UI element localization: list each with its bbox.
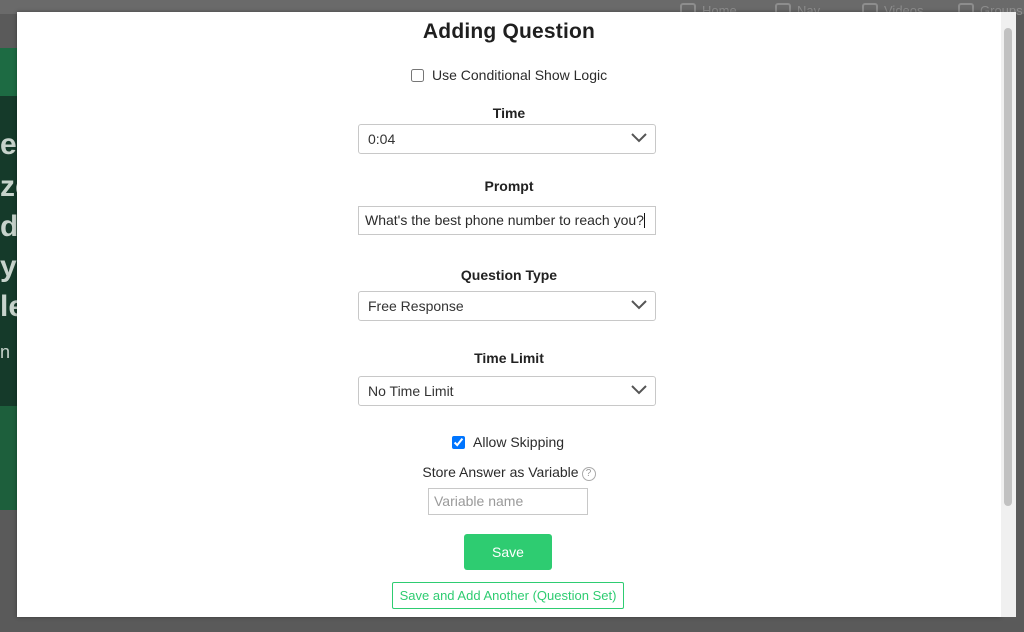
time-limit-label: Time Limit [474, 350, 544, 366]
question-circle-icon[interactable]: ? [581, 467, 596, 481]
prompt-label: Prompt [484, 178, 534, 194]
prompt-input-value: What's the best phone number to reach yo… [365, 212, 644, 228]
background-band [0, 406, 17, 510]
modal-title: Adding Question [422, 20, 596, 43]
variable-name-placeholder: Variable name [434, 493, 524, 509]
background-band [0, 48, 17, 96]
time-select[interactable]: 0:04 [358, 124, 656, 154]
background-text: er [0, 128, 17, 161]
conditional-logic-label: Use Conditional Show Logic [432, 67, 608, 83]
background-text: yo [0, 250, 17, 283]
chevron-down-icon [631, 300, 647, 310]
add-question-modal: Adding Question Use Conditional Show Log… [17, 12, 1001, 617]
prompt-input[interactable]: What's the best phone number to reach yo… [358, 206, 656, 235]
conditional-logic-checkbox[interactable] [411, 68, 424, 82]
background-text: le [0, 290, 17, 323]
time-limit-select[interactable]: No Time Limit [358, 376, 656, 406]
text-caret [643, 213, 645, 228]
chevron-down-icon [631, 133, 647, 143]
allow-skipping-label: Allow Skipping [473, 434, 565, 450]
allow-skipping-checkbox[interactable] [452, 435, 465, 449]
chevron-down-icon [631, 385, 647, 395]
background-text: n [0, 342, 11, 362]
scrollbar-thumb[interactable] [1004, 28, 1012, 506]
store-variable-row: Store Answer as Variable? [17, 464, 1001, 481]
time-limit-value: No Time Limit [368, 383, 454, 399]
time-select-value: 0:04 [368, 131, 396, 147]
conditional-logic-row[interactable]: Use Conditional Show Logic [411, 67, 607, 83]
save-and-add-another-button[interactable]: Save and Add Another (Question Set) [392, 582, 624, 609]
background-text: d [0, 210, 17, 243]
background-text: ze [0, 170, 17, 203]
allow-skipping-row[interactable]: Allow Skipping [452, 434, 564, 450]
question-type-value: Free Response [368, 298, 464, 314]
modal-scrollbar[interactable] [1001, 12, 1016, 617]
question-type-label: Question Type [460, 267, 558, 283]
store-variable-label: Store Answer as Variable [422, 464, 579, 480]
save-button[interactable]: Save [464, 534, 552, 570]
variable-name-input[interactable]: Variable name [428, 488, 588, 515]
question-type-select[interactable]: Free Response [358, 291, 656, 321]
time-label: Time [492, 105, 526, 121]
